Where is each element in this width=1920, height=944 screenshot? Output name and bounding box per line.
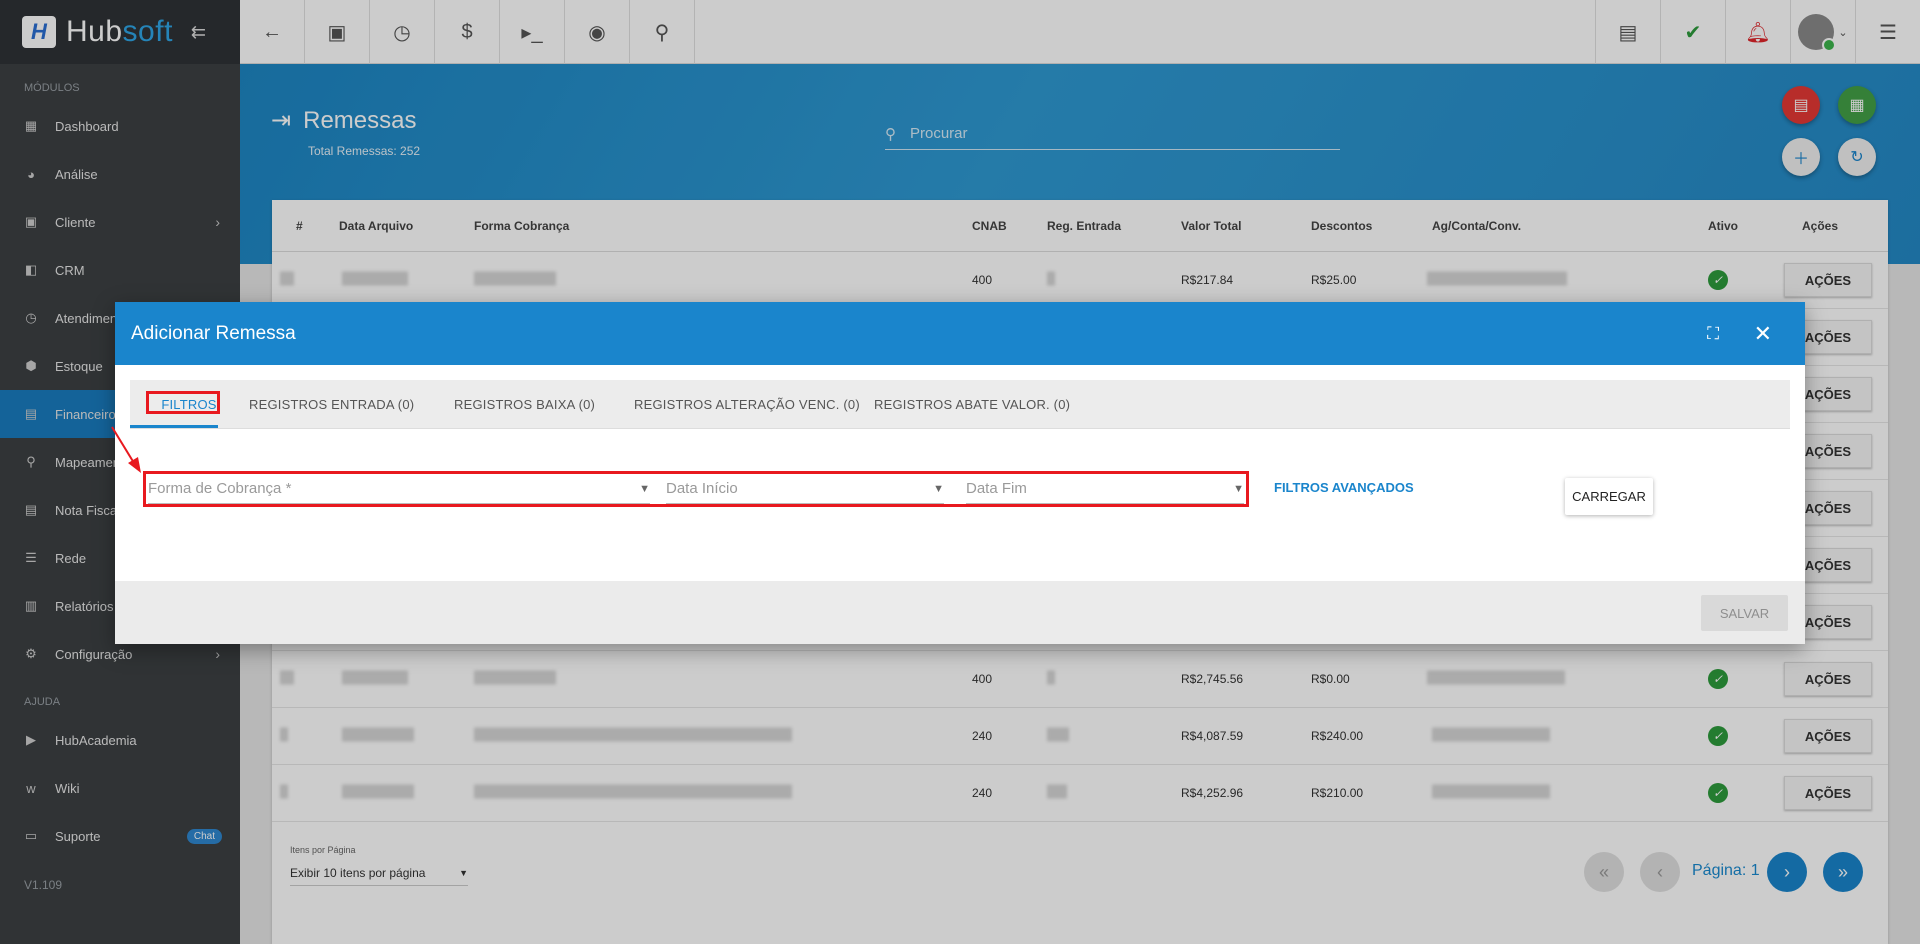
modal-tabs: FILTROS REGISTROS ENTRADA (0) REGISTROS …	[130, 380, 1790, 429]
tab-registros-abate-valor[interactable]: REGISTROS ABATE VALOR. (0)	[874, 380, 1070, 428]
tab-registros-entrada[interactable]: REGISTROS ENTRADA (0)	[249, 380, 414, 428]
save-button[interactable]: SALVAR	[1701, 595, 1788, 631]
tab-registros-baixa[interactable]: REGISTROS BAIXA (0)	[454, 380, 595, 428]
tab-registros-alteracao-venc[interactable]: REGISTROS ALTERAÇÃO VENC. (0)	[634, 380, 860, 428]
load-button[interactable]: CARREGAR	[1565, 478, 1653, 515]
modal-title: Adicionar Remessa	[131, 322, 296, 344]
highlight-box-tab	[146, 391, 220, 414]
fullscreen-icon[interactable]: ⛶	[1707, 324, 1719, 344]
close-icon[interactable]: ✕	[1754, 321, 1772, 347]
highlight-box-fields	[143, 471, 1249, 507]
modal-header: Adicionar Remessa ⛶ ✕	[115, 302, 1805, 365]
red-arrow-annotation	[111, 426, 141, 473]
advanced-filters-link[interactable]: FILTROS AVANÇADOS	[1274, 480, 1414, 495]
modal-footer	[115, 581, 1805, 644]
